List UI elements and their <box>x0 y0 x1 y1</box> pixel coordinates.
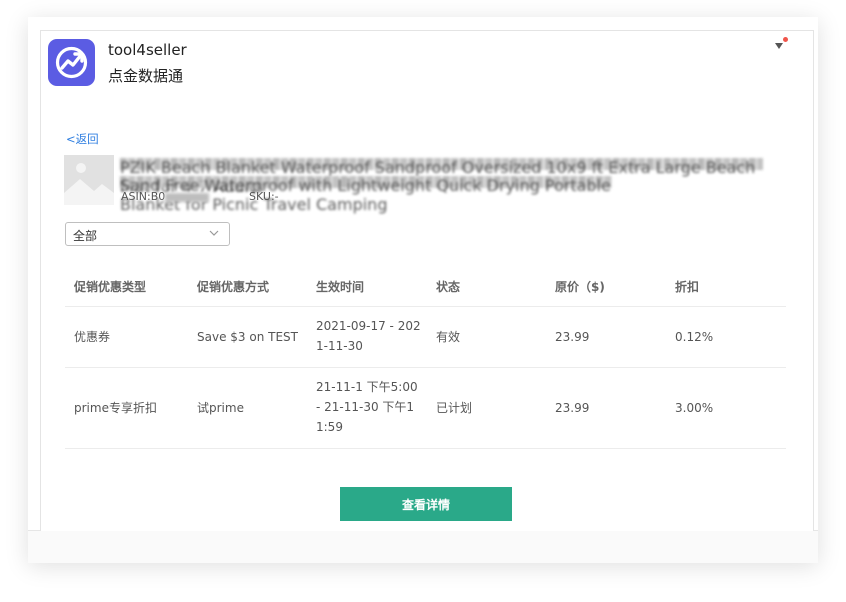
select-value: 全部 <box>73 229 98 243</box>
table-divider <box>65 367 786 368</box>
header-status: 状态 <box>436 280 461 294</box>
cell-time-line: 2021-09-17 - 202 <box>316 319 421 333</box>
header-promo-type: 促销优惠类型 <box>74 280 147 294</box>
app-name: tool4seller <box>108 41 187 59</box>
notification-dot <box>783 37 788 42</box>
dialog-footer-band <box>28 530 818 563</box>
chevron-down-icon <box>209 230 219 236</box>
cell-time: 21-11-1 下午5:00 - 21-11-30 下午1 1:59 <box>316 377 418 437</box>
cell-time-line: - 21-11-30 下午1 <box>316 400 415 414</box>
product-title-line2: Sand Free Waterproof with Lightweight Qu… <box>120 176 612 214</box>
app-logo <box>48 39 95 86</box>
dropdown-caret-icon[interactable] <box>775 43 783 49</box>
image-placeholder-icon <box>64 155 114 205</box>
back-link[interactable]: <返回 <box>66 131 99 147</box>
header-effective-time: 生效时间 <box>316 280 365 294</box>
asin-value: B0 <box>150 190 166 203</box>
header-discount: 折扣 <box>675 280 700 294</box>
cell-method: 试prime <box>197 401 244 415</box>
trend-arrow-icon <box>55 46 88 79</box>
cell-type: prime专享折扣 <box>74 401 157 415</box>
cell-price: 23.99 <box>555 401 590 415</box>
sku-value: - <box>274 190 279 203</box>
asin-label: ASIN: <box>121 190 151 203</box>
cell-discount: 0.12% <box>675 330 714 344</box>
promotion-type-select[interactable]: 全部 <box>65 222 230 246</box>
product-thumbnail <box>64 155 114 205</box>
cell-time-line: 1-11-30 <box>316 339 363 353</box>
cell-status: 已计划 <box>436 401 473 415</box>
cell-status: 有效 <box>436 330 461 344</box>
view-details-button[interactable]: 查看详情 <box>340 487 512 521</box>
table-divider <box>65 448 786 449</box>
product-title-line1: PZIK Beach Blanket Waterproof Sandproof … <box>120 158 763 196</box>
table-divider <box>65 306 786 307</box>
app-subtitle: 点金数据通 <box>108 67 184 85</box>
sku-row: SKU:- <box>249 190 279 203</box>
header-original-price: 原价（$) <box>555 280 605 294</box>
cell-method: Save $3 on TEST <box>197 330 298 344</box>
cell-price: 23.99 <box>555 330 590 344</box>
cell-type: 优惠券 <box>74 330 111 344</box>
asin-redacted <box>165 192 210 202</box>
header-promo-method: 促销优惠方式 <box>197 280 270 294</box>
cell-time: 2021-09-17 - 202 1-11-30 <box>316 316 421 356</box>
asin-row: ASIN:B0 <box>121 190 210 203</box>
cell-discount: 3.00% <box>675 401 714 415</box>
cell-time-line: 21-11-1 下午5:00 <box>316 380 418 394</box>
cell-time-line: 1:59 <box>316 420 343 434</box>
sku-label: SKU: <box>249 190 275 203</box>
